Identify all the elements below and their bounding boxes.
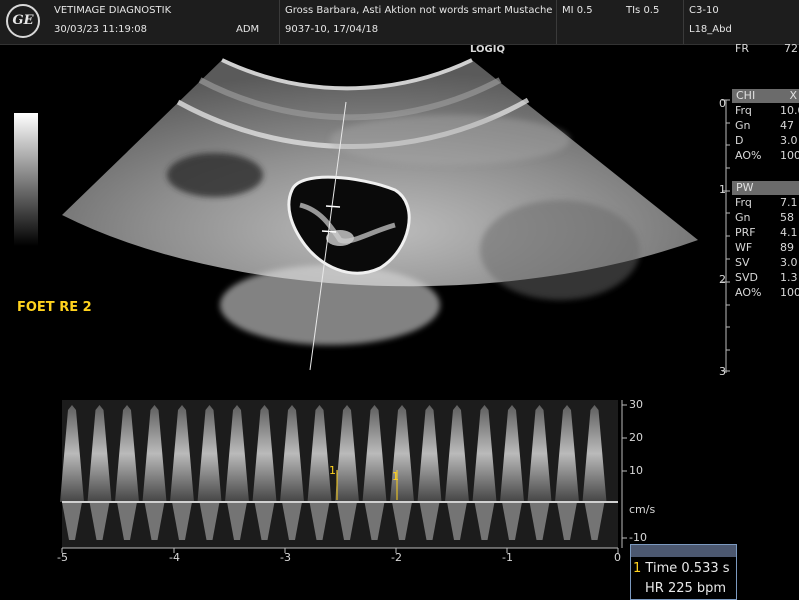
measurement-box: 1 Time 0.533 s HR 225 bpm bbox=[630, 544, 737, 600]
measurement-header bbox=[631, 545, 736, 557]
measurement-hr: HR 225 bpm bbox=[645, 581, 727, 596]
velocity-tick-20: 20 bbox=[629, 431, 643, 444]
velocity-tick-neg10: -10 bbox=[629, 531, 647, 544]
time-tick: -5 bbox=[57, 551, 68, 564]
doppler-spectrum bbox=[60, 400, 627, 553]
measurement-time: 1 Time 0.533 s bbox=[633, 561, 730, 576]
caliper-marker-1: 1 bbox=[329, 464, 336, 477]
time-tick: 0 bbox=[614, 551, 621, 564]
time-tick: -4 bbox=[169, 551, 180, 564]
velocity-tick-30: 30 bbox=[629, 398, 643, 411]
time-tick: -3 bbox=[280, 551, 291, 564]
velocity-unit: cm/s bbox=[629, 503, 656, 516]
caliper-marker-2: 1 bbox=[392, 470, 399, 483]
time-tick: -2 bbox=[391, 551, 402, 564]
time-tick: -1 bbox=[502, 551, 513, 564]
velocity-tick-10: 10 bbox=[629, 464, 643, 477]
